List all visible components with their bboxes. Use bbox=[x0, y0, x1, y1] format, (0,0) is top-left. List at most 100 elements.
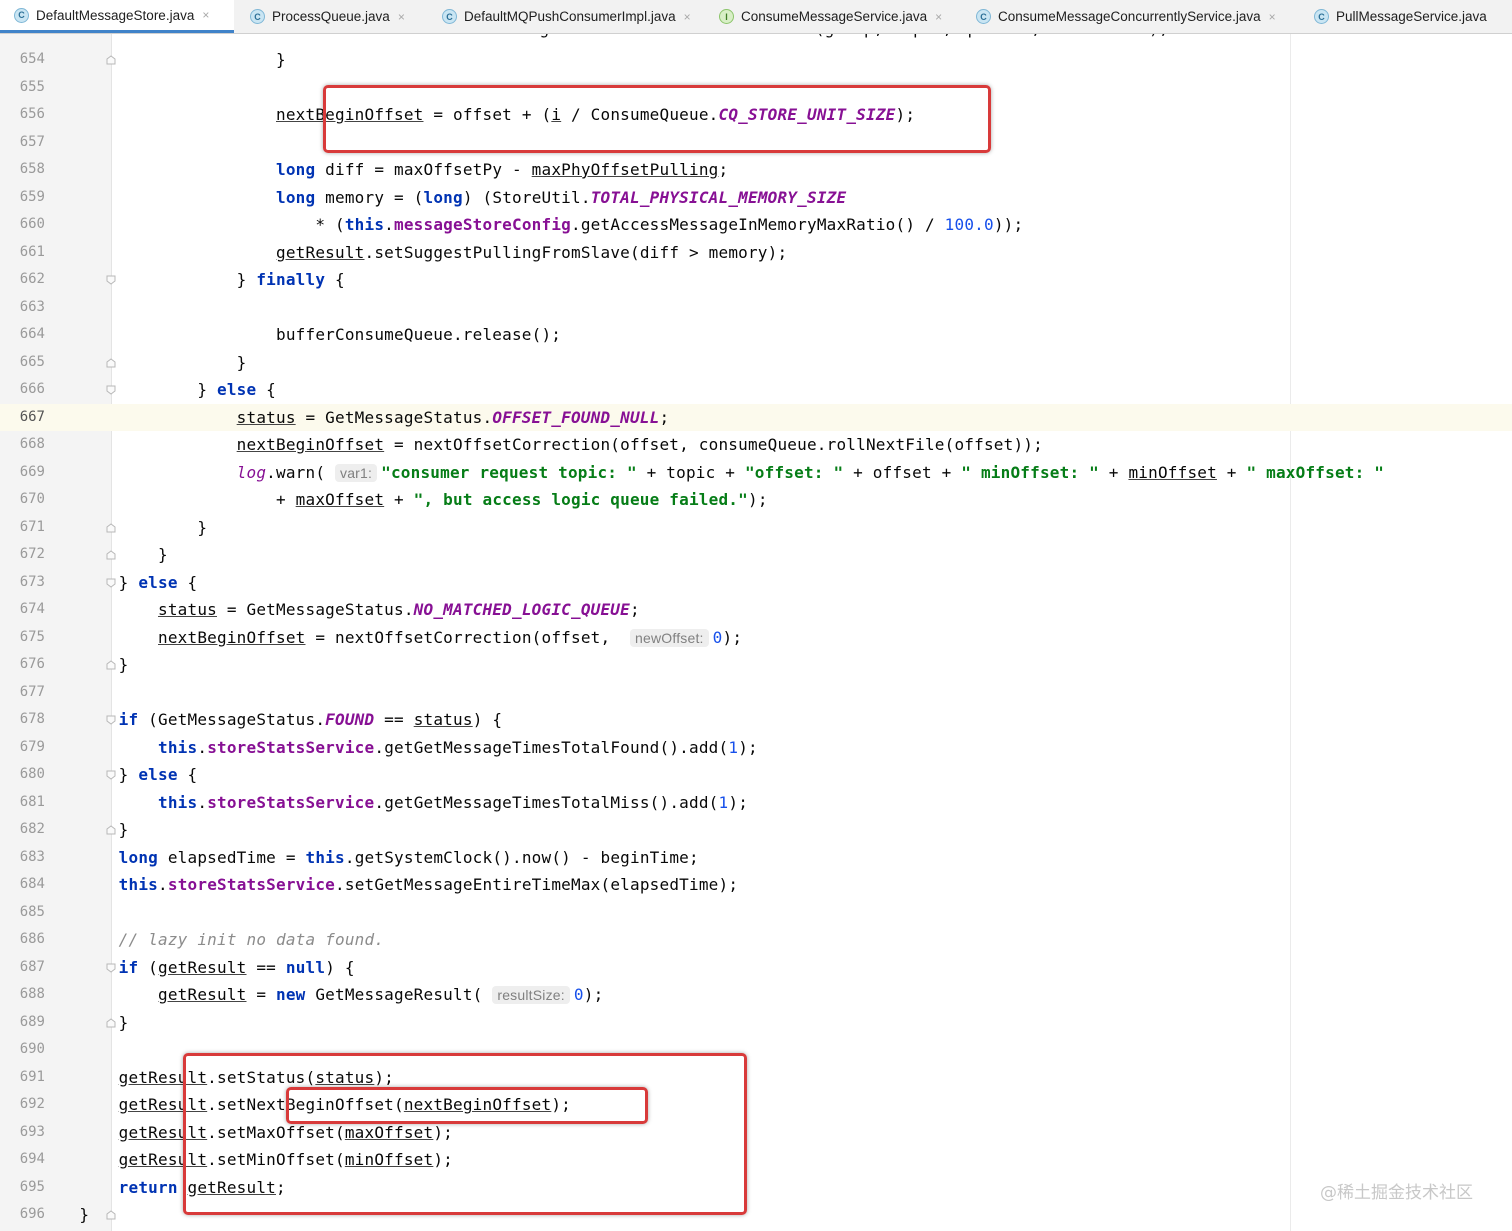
code-text[interactable]: this.storeStatsService.getGetMessageTime… bbox=[40, 734, 758, 762]
code-line[interactable]: 672 } bbox=[0, 541, 1512, 569]
line-number[interactable]: 654 bbox=[0, 46, 45, 74]
code-text[interactable]: log.warn( var1: "consumer request topic: … bbox=[40, 459, 1384, 488]
code-text[interactable]: } bbox=[40, 816, 129, 844]
code-text[interactable]: } finally { bbox=[40, 266, 345, 294]
code-text[interactable]: nextBeginOffset = nextOffsetCorrection(o… bbox=[40, 624, 742, 653]
line-number[interactable]: 661 bbox=[0, 239, 45, 267]
line-number[interactable]: 688 bbox=[0, 981, 45, 1009]
code-text[interactable]: status = GetMessageStatus.OFFSET_FOUND_N… bbox=[40, 404, 669, 432]
code-text[interactable]: } else { bbox=[40, 761, 197, 789]
line-number[interactable]: 690 bbox=[0, 1036, 45, 1064]
code-line[interactable]: 680 } else { bbox=[0, 761, 1512, 789]
code-text[interactable]: * (this.messageStoreConfig.getAccessMess… bbox=[40, 211, 1023, 239]
code-text[interactable]: // lazy init no data found. bbox=[40, 926, 384, 954]
close-icon[interactable]: × bbox=[1269, 10, 1276, 24]
code-line[interactable]: 682 } bbox=[0, 816, 1512, 844]
code-line[interactable]: 668 nextBeginOffset = nextOffsetCorrecti… bbox=[0, 431, 1512, 459]
code-text[interactable]: } bbox=[40, 651, 129, 679]
code-text[interactable]: getResult.setSuggestPullingFromSlave(dif… bbox=[40, 239, 787, 267]
code-text[interactable]: if (GetMessageStatus.FOUND == status) { bbox=[40, 706, 502, 734]
code-line[interactable]: 669 log.warn( var1: "consumer request top… bbox=[0, 459, 1512, 487]
code-line[interactable]: 675 nextBeginOffset = nextOffsetCorrecti… bbox=[0, 624, 1512, 652]
code-editor[interactable]: brokerStatsManager.recordDiskFallBehindS… bbox=[0, 34, 1512, 1231]
code-line[interactable]: 671 } bbox=[0, 514, 1512, 542]
line-number[interactable]: 681 bbox=[0, 789, 45, 817]
code-line[interactable]: 677 bbox=[0, 679, 1512, 707]
code-text[interactable]: status = GetMessageStatus.NO_MATCHED_LOG… bbox=[40, 596, 640, 624]
code-line[interactable]: 681 this.storeStatsService.getGetMessage… bbox=[0, 789, 1512, 817]
code-text[interactable]: long elapsedTime = this.getSystemClock()… bbox=[40, 844, 699, 872]
code-line[interactable]: 659 long memory = (long) (StoreUtil.TOTA… bbox=[0, 184, 1512, 212]
code-line[interactable]: 687 if (getResult == null) { bbox=[0, 954, 1512, 982]
close-icon[interactable]: × bbox=[684, 10, 691, 24]
line-number[interactable]: 674 bbox=[0, 596, 45, 624]
line-number[interactable]: 695 bbox=[0, 1174, 45, 1202]
code-line[interactable]: 663 bbox=[0, 294, 1512, 322]
code-line[interactable]: 684 this.storeStatsService.setGetMessage… bbox=[0, 871, 1512, 899]
code-line[interactable]: 674 status = GetMessageStatus.NO_MATCHED… bbox=[0, 596, 1512, 624]
line-number[interactable]: 679 bbox=[0, 734, 45, 762]
line-number[interactable]: 677 bbox=[0, 679, 45, 707]
line-number[interactable]: 657 bbox=[0, 129, 45, 157]
code-line[interactable]: 654 } bbox=[0, 46, 1512, 74]
code-text[interactable]: long memory = (long) (StoreUtil.TOTAL_PH… bbox=[40, 184, 846, 212]
code-line[interactable]: 670 + maxOffset + ", but access logic qu… bbox=[0, 486, 1512, 514]
line-number[interactable]: 672 bbox=[0, 541, 45, 569]
line-number[interactable]: 658 bbox=[0, 156, 45, 184]
line-number[interactable]: 676 bbox=[0, 651, 45, 679]
code-line[interactable]: 658 long diff = maxOffsetPy - maxPhyOffs… bbox=[0, 156, 1512, 184]
tab-consumemessageconcurrentlyservice[interactable]: C ConsumeMessageConcurrentlyService.java × bbox=[962, 0, 1298, 33]
line-number[interactable]: 694 bbox=[0, 1146, 45, 1174]
code-line[interactable]: 661 getResult.setSuggestPullingFromSlave… bbox=[0, 239, 1512, 267]
line-number[interactable]: 686 bbox=[0, 926, 45, 954]
line-number[interactable]: 692 bbox=[0, 1091, 45, 1119]
code-line[interactable]: 685 bbox=[0, 899, 1512, 927]
line-number[interactable]: 666 bbox=[0, 376, 45, 404]
line-number[interactable]: 656 bbox=[0, 101, 45, 129]
line-number[interactable]: 683 bbox=[0, 844, 45, 872]
close-icon[interactable]: × bbox=[202, 8, 209, 22]
code-line[interactable]: 686 // lazy init no data found. bbox=[0, 926, 1512, 954]
code-text[interactable]: if (getResult == null) { bbox=[40, 954, 355, 982]
line-number[interactable]: 665 bbox=[0, 349, 45, 377]
code-text[interactable]: long diff = maxOffsetPy - maxPhyOffsetPu… bbox=[40, 156, 728, 184]
line-number[interactable]: 685 bbox=[0, 899, 45, 927]
code-text[interactable]: + maxOffset + ", but access logic queue … bbox=[40, 486, 768, 514]
code-text[interactable]: nextBeginOffset = nextOffsetCorrection(o… bbox=[40, 431, 1043, 459]
tab-defaultmessagestore[interactable]: C DefaultMessageStore.java × bbox=[0, 0, 234, 33]
fold-end-icon[interactable] bbox=[106, 1210, 116, 1220]
code-line[interactable]: 666 } else { bbox=[0, 376, 1512, 404]
code-line[interactable]: 667 status = GetMessageStatus.OFFSET_FOU… bbox=[0, 403, 1512, 432]
line-number[interactable]: 675 bbox=[0, 624, 45, 652]
line-number[interactable]: 678 bbox=[0, 706, 45, 734]
code-line[interactable]: 673 } else { bbox=[0, 569, 1512, 597]
code-line[interactable]: 664 bufferConsumeQueue.release(); bbox=[0, 321, 1512, 349]
code-line[interactable]: 688 getResult = new GetMessageResult( re… bbox=[0, 981, 1512, 1009]
close-icon[interactable]: × bbox=[935, 10, 942, 24]
code-text[interactable]: } else { bbox=[40, 569, 197, 597]
code-text[interactable]: this.storeStatsService.getGetMessageTime… bbox=[40, 789, 748, 817]
line-number[interactable]: 684 bbox=[0, 871, 45, 899]
code-line[interactable]: 665 } bbox=[0, 349, 1512, 377]
line-number[interactable]: 682 bbox=[0, 816, 45, 844]
code-text[interactable]: } bbox=[40, 46, 286, 74]
line-number[interactable]: 670 bbox=[0, 486, 45, 514]
tab-pullmessageservice[interactable]: C PullMessageService.java bbox=[1300, 0, 1512, 33]
line-number[interactable]: 668 bbox=[0, 431, 45, 459]
code-text[interactable]: } else { bbox=[40, 376, 276, 404]
tab-defaultmqpushconsumerimpl[interactable]: C DefaultMQPushConsumerImpl.java × bbox=[428, 0, 703, 33]
code-line[interactable]: 689 } bbox=[0, 1009, 1512, 1037]
line-number[interactable]: 662 bbox=[0, 266, 45, 294]
code-text[interactable]: getResult = new GetMessageResult( result… bbox=[40, 981, 603, 1010]
code-text[interactable]: } bbox=[40, 349, 247, 377]
line-number[interactable]: 687 bbox=[0, 954, 45, 982]
line-number[interactable]: 667 bbox=[0, 404, 45, 432]
line-number[interactable]: 680 bbox=[0, 761, 45, 789]
code-line[interactable]: 662 } finally { bbox=[0, 266, 1512, 294]
code-text[interactable]: bufferConsumeQueue.release(); bbox=[40, 321, 561, 349]
line-number[interactable]: 663 bbox=[0, 294, 45, 322]
code-text[interactable]: } bbox=[40, 1009, 129, 1037]
line-number[interactable]: 691 bbox=[0, 1064, 45, 1092]
code-line[interactable]: 679 this.storeStatsService.getGetMessage… bbox=[0, 734, 1512, 762]
line-number[interactable]: 693 bbox=[0, 1119, 45, 1147]
